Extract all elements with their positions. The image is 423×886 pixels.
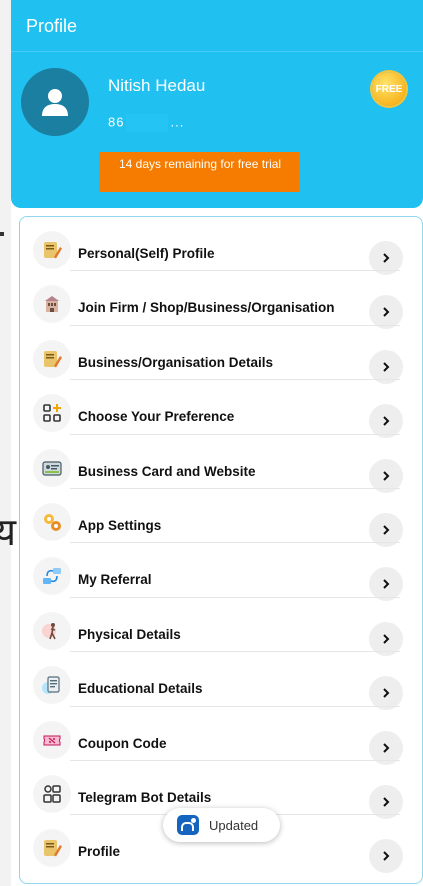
avatar[interactable] <box>21 68 89 136</box>
notebook-pencil-icon <box>33 231 71 269</box>
menu-item-label: Choose Your Preference <box>78 409 235 425</box>
user-phone-suffix: ... <box>170 114 185 130</box>
menu-item-label: My Referral <box>78 572 152 588</box>
grid-plus-icon <box>33 394 71 433</box>
menu-item-label: Join Firm / Shop/Business/Organisation <box>78 300 335 316</box>
menu-item-label: Physical Details <box>78 626 181 642</box>
background-mark <box>0 232 4 236</box>
menu-item-physical-details[interactable]: Physical Details <box>20 598 422 656</box>
menu-item-my-referral[interactable]: My Referral <box>20 543 422 602</box>
menu-item-join-firm[interactable]: Join Firm / Shop/Business/Organisation <box>20 271 422 330</box>
trial-status-badge: 14 days remaining for free trial <box>99 152 299 192</box>
user-phone-prefix: 86 <box>108 114 125 130</box>
coupon-icon <box>33 720 71 759</box>
notebook-pencil-icon <box>33 829 71 868</box>
profile-header: Profile Nitish Hedau 86... 14 days remai… <box>11 0 423 208</box>
updated-toast[interactable]: Updated <box>163 808 280 842</box>
menu-item-label: Personal(Self) Profile <box>78 246 215 261</box>
user-phone: 86... <box>108 114 184 132</box>
menu-item-label: App Settings <box>78 517 162 533</box>
phone-redaction <box>126 114 169 132</box>
id-card-icon <box>33 448 71 487</box>
bot-grid-icon <box>33 774 71 813</box>
free-plan-badge: FREE <box>372 72 406 106</box>
app-update-icon <box>177 815 199 835</box>
document-icon <box>33 666 71 705</box>
background-glyph: य <box>0 510 17 554</box>
menu-item-choose-preference[interactable]: Choose Your Preference <box>20 380 422 439</box>
menu-item-label: Profile <box>78 844 121 860</box>
menu-item-app-settings[interactable]: App Settings <box>20 489 422 547</box>
office-building-icon <box>33 285 71 324</box>
user-name: Nitish Hedau <box>108 76 206 95</box>
updated-toast-label: Updated <box>209 817 259 833</box>
menu-item-business-details[interactable]: Business/Organisation Details <box>20 326 422 384</box>
menu-item-personal-profile[interactable]: Personal(Self) Profile <box>20 217 422 275</box>
menu-item-coupon-code[interactable]: Coupon Code <box>20 707 422 765</box>
notebook-pencil-icon <box>33 339 71 378</box>
menu-item-label: Telegram Bot Details <box>78 789 212 805</box>
menu-item-business-card[interactable]: Business Card and Website <box>20 435 422 493</box>
page-title: Profile <box>11 0 423 52</box>
menu-item-educational-details[interactable]: Educational Details <box>20 652 422 711</box>
menu-item-label: Business/Organisation Details <box>78 354 274 370</box>
menu-item-label: Coupon Code <box>78 735 167 751</box>
menu-item-label: Business Card and Website <box>78 463 256 479</box>
person-figure-icon <box>33 611 71 650</box>
chevron-right-icon[interactable] <box>369 839 403 874</box>
referral-icon <box>33 557 71 596</box>
gears-icon <box>33 502 71 541</box>
background-app-strip <box>0 0 11 886</box>
profile-menu-list: Personal(Self) Profile Join Firm / Shop/… <box>19 216 423 884</box>
menu-item-label: Educational Details <box>78 681 203 697</box>
user-icon <box>42 89 68 116</box>
